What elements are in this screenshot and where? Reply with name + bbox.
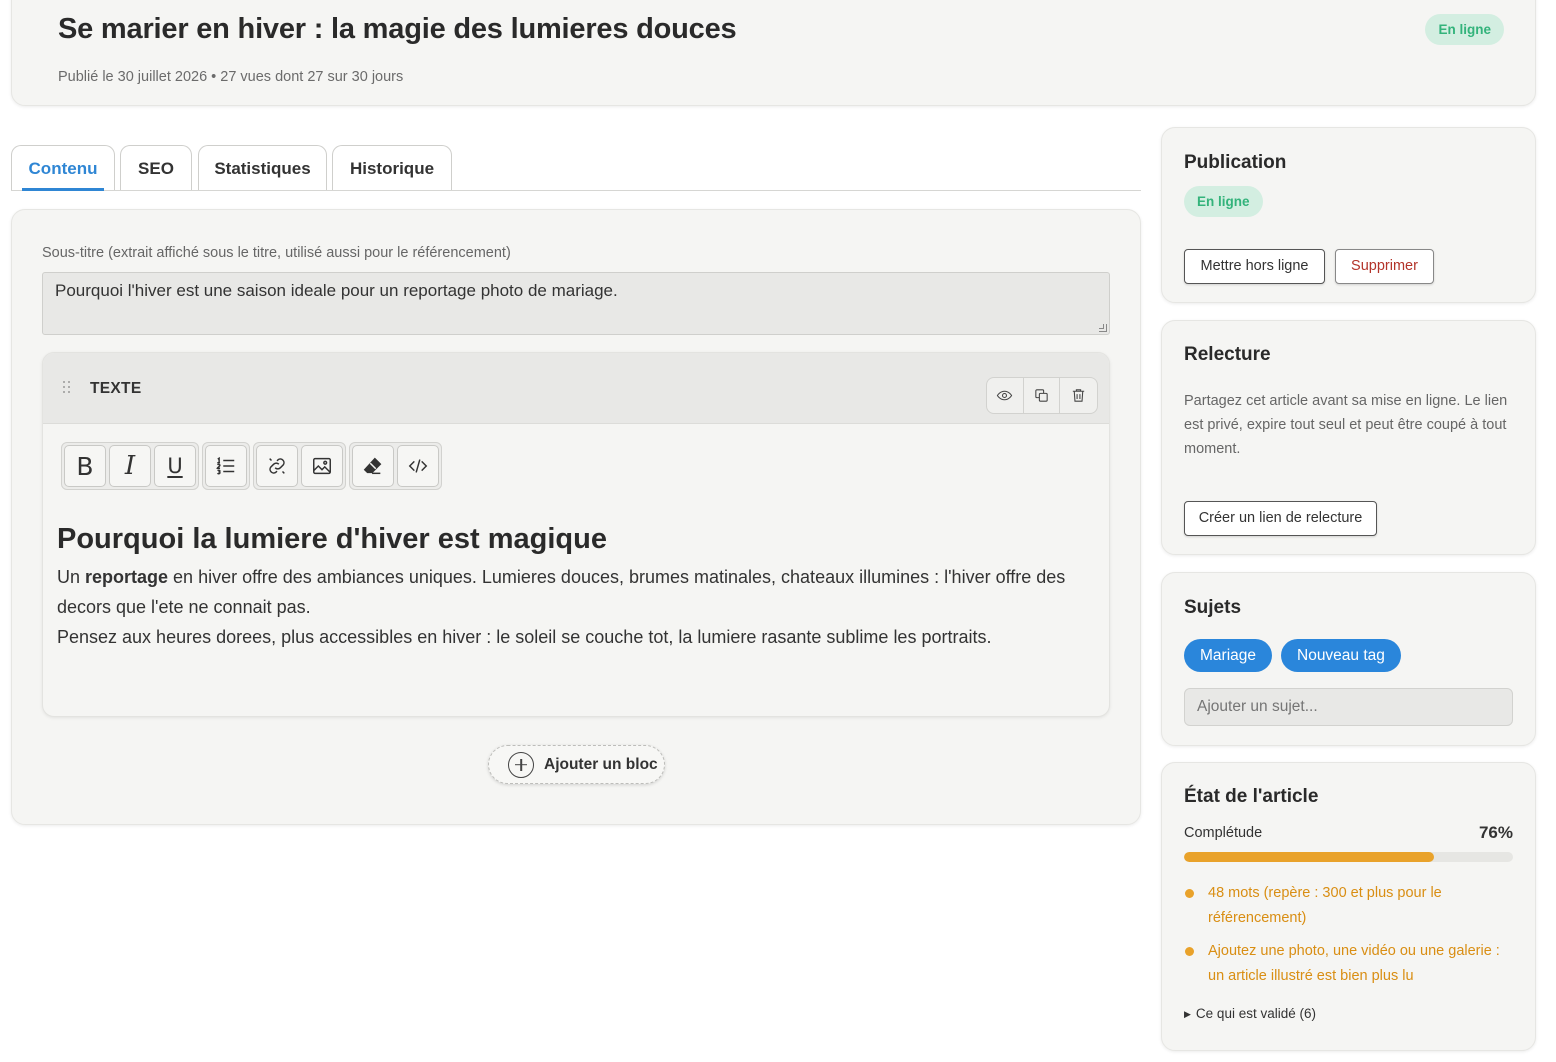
editor-toolbar: B I U [61, 442, 445, 490]
image-icon [313, 457, 331, 475]
completeness-progress-bar [1184, 852, 1513, 862]
drag-handle-icon[interactable] [63, 381, 73, 395]
subtitle-textarea[interactable]: Pourquoi l'hiver est une saison ideale p… [42, 272, 1110, 335]
preview-button[interactable] [987, 378, 1024, 413]
article-state-title: État de l'article [1184, 786, 1319, 807]
completeness-percent: 76% [1478, 823, 1513, 842]
completeness-label: Complétude [1184, 825, 1263, 841]
topics-title: Sujets [1184, 597, 1242, 618]
delete-button[interactable]: Supprimer [1335, 249, 1434, 284]
subtitle-value: Pourquoi l'hiver est une saison ideale p… [55, 281, 618, 300]
review-title: Relecture [1184, 344, 1271, 365]
eraser-icon [363, 457, 382, 475]
status-badge: En ligne [1184, 186, 1263, 217]
block-actions [986, 377, 1098, 414]
validated-details-toggle[interactable]: ▶ Ce qui est validé (6) [1184, 1006, 1316, 1021]
bold-icon: B [76, 451, 94, 481]
rich-text-editor[interactable]: Pourquoi la lumiere d'hiver est magique … [57, 523, 1097, 652]
ordered-list-icon [216, 456, 235, 475]
content-heading: Pourquoi la lumiere d'hiver est magique [57, 523, 607, 555]
content-paragraph: Un reportage en hiver offre des ambiance… [57, 567, 1066, 617]
content-panel: Sous-titre (extrait affiché sous le titr… [11, 209, 1141, 825]
link-button[interactable] [256, 445, 298, 487]
warning-dot-icon [1185, 947, 1194, 956]
code-icon [408, 459, 428, 473]
article-header: Se marier en hiver : la magie des lumier… [11, 0, 1536, 106]
topics-card: Sujets Mariage Nouveau tag [1161, 572, 1536, 746]
italic-button[interactable]: I [109, 445, 151, 487]
topic-tag[interactable]: Nouveau tag [1281, 639, 1401, 672]
review-description: Partagez cet article avant sa mise en li… [1184, 393, 1508, 457]
subtitle-label: Sous-titre (extrait affiché sous le titr… [42, 245, 511, 261]
format-group: B I U [61, 442, 199, 490]
block-header: TEXTE [43, 353, 1109, 424]
content-paragraph: Pensez aux heures dorees, plus accessibl… [57, 627, 992, 647]
text-block: TEXTE B I U Pourquoi la lumiere d'hiver … [42, 352, 1110, 717]
ordered-list-button[interactable] [205, 445, 247, 487]
publication-title: Publication [1184, 152, 1287, 173]
copy-icon [1035, 389, 1048, 402]
add-block-button[interactable]: Ajouter un bloc [488, 745, 665, 784]
list-group [202, 442, 250, 490]
issue-item: Ajoutez une photo, une vidéo ou une gale… [1184, 939, 1519, 989]
topic-input[interactable] [1184, 688, 1513, 726]
create-review-link-button[interactable]: Créer un lien de relecture [1184, 501, 1377, 536]
unpublish-button[interactable]: Mettre hors ligne [1184, 249, 1325, 284]
status-badge: En ligne [1425, 14, 1504, 45]
delete-block-button[interactable] [1060, 378, 1097, 413]
article-state-card: État de l'article Complétude 76% 48 mots… [1161, 762, 1536, 1051]
article-meta: Publié le 30 juillet 2026 • 27 vues dont… [58, 69, 404, 85]
tab-historique[interactable]: Historique [332, 145, 452, 190]
eye-icon [997, 390, 1013, 401]
tab-statistiques[interactable]: Statistiques [198, 145, 327, 190]
underline-button[interactable]: U [154, 445, 196, 487]
italic-icon: I [124, 451, 136, 481]
underline-icon: U [167, 454, 183, 478]
triangle-right-icon: ▶ [1184, 1009, 1191, 1019]
progress-fill [1184, 852, 1435, 862]
review-card: Relecture Partagez cet article avant sa … [1161, 320, 1536, 555]
publication-card: Publication En ligne Mettre hors ligne S… [1161, 127, 1536, 303]
issue-item: 48 mots (repère : 300 et plus pour le ré… [1184, 881, 1519, 931]
trash-icon [1073, 389, 1085, 402]
tab-contenu[interactable]: Contenu [11, 145, 115, 191]
code-button[interactable] [397, 445, 439, 487]
clear-format-button[interactable] [352, 445, 394, 487]
clear-group [349, 442, 442, 490]
topic-tag[interactable]: Mariage [1184, 639, 1272, 672]
tab-bar: Contenu SEO Statistiques Historique [11, 145, 1141, 191]
duplicate-button[interactable] [1024, 378, 1061, 413]
resize-grip-icon[interactable] [1099, 324, 1107, 332]
image-button[interactable] [301, 445, 343, 487]
bold-button[interactable]: B [64, 445, 106, 487]
plus-circle-icon [508, 751, 534, 778]
add-block-label: Ajouter un bloc [544, 755, 658, 773]
block-type-label: TEXTE [90, 380, 142, 397]
link-icon [269, 458, 285, 474]
page-title: Se marier en hiver : la magie des lumier… [58, 13, 737, 45]
insert-group [253, 442, 346, 490]
tab-seo[interactable]: SEO [120, 145, 192, 190]
warning-dot-icon [1185, 889, 1194, 898]
